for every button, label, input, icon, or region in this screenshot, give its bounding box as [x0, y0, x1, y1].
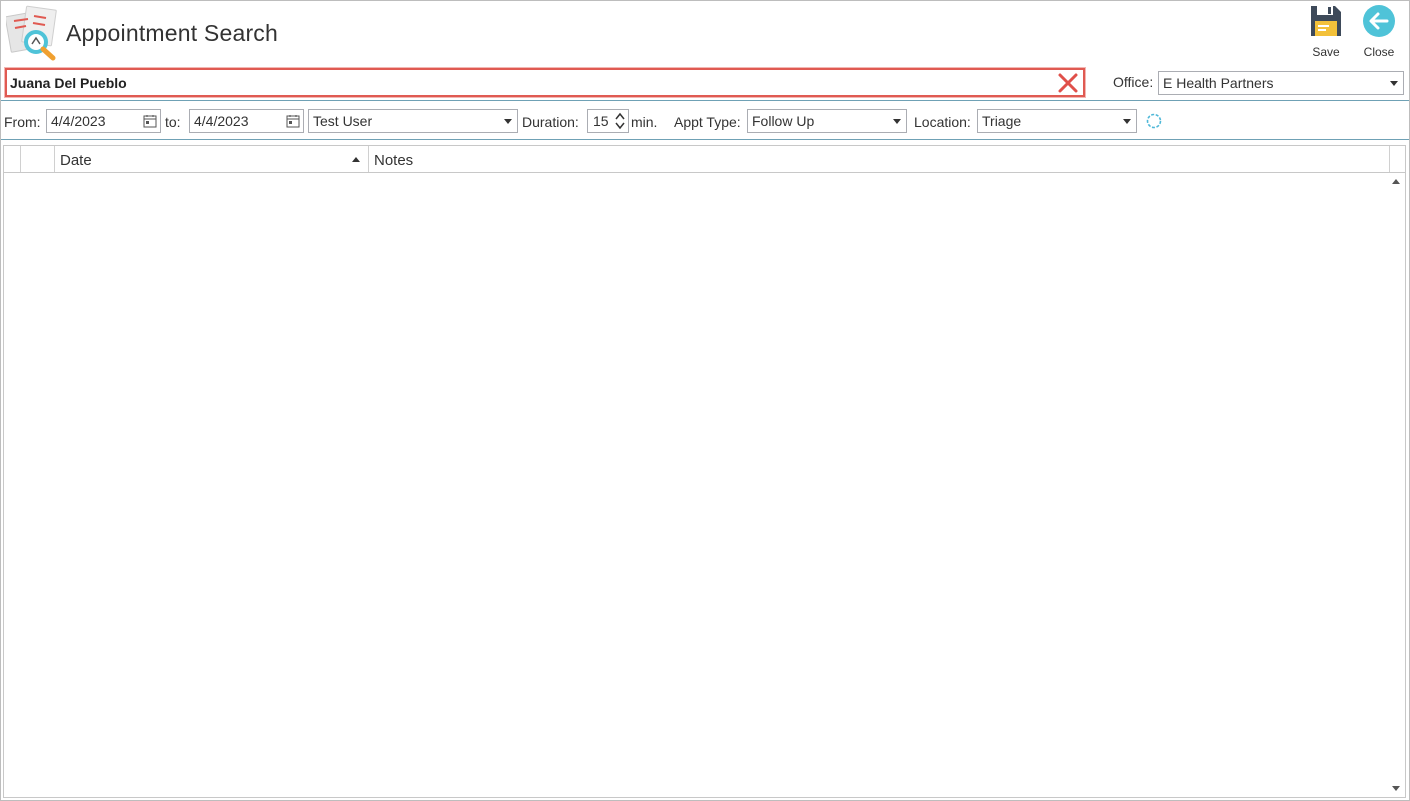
patient-search-input[interactable]	[10, 72, 1050, 94]
from-date-value: 4/4/2023	[51, 113, 106, 129]
spin-down-icon[interactable]	[615, 121, 625, 130]
back-arrow-icon	[1363, 5, 1395, 37]
save-button[interactable]: Save	[1304, 4, 1348, 64]
patient-search-box	[5, 68, 1085, 97]
chevron-down-icon	[1123, 119, 1131, 124]
appt-type-label: Appt Type:	[674, 114, 741, 130]
location-select[interactable]: Triage	[977, 109, 1137, 133]
chevron-down-icon	[504, 119, 512, 124]
from-label: From:	[4, 114, 41, 130]
duration-label: Duration:	[522, 114, 579, 130]
chevron-down-icon	[1390, 81, 1398, 86]
close-button[interactable]: Close	[1357, 4, 1401, 64]
spin-up-icon[interactable]	[615, 112, 625, 121]
calendar-icon[interactable]	[286, 114, 300, 128]
column-header-notes-label: Notes	[374, 152, 414, 169]
duration-stepper[interactable]: 15	[587, 109, 629, 133]
appt-type-select[interactable]: Follow Up	[747, 109, 907, 133]
refresh-icon[interactable]	[1145, 112, 1163, 130]
column-header-notes[interactable]: Notes	[369, 146, 1390, 172]
column-header-date[interactable]: Date	[55, 146, 369, 172]
clear-search-icon[interactable]	[1057, 72, 1079, 94]
to-date-input[interactable]: 4/4/2023	[189, 109, 304, 133]
provider-select[interactable]: Test User	[308, 109, 518, 133]
duration-value: 15	[593, 113, 609, 129]
close-label: Close	[1363, 45, 1395, 59]
calendar-icon[interactable]	[143, 114, 157, 128]
floppy-disk-icon	[1311, 6, 1341, 36]
scroll-up-icon[interactable]	[1392, 179, 1400, 184]
appointment-search-logo-icon	[6, 5, 57, 61]
location-label: Location:	[914, 114, 971, 130]
from-date-input[interactable]: 4/4/2023	[46, 109, 161, 133]
to-date-value: 4/4/2023	[194, 113, 249, 129]
appt-type-value: Follow Up	[752, 113, 815, 129]
to-label: to:	[165, 114, 181, 130]
row-indicator-header	[4, 146, 21, 172]
provider-value: Test User	[313, 113, 373, 129]
duration-unit: min.	[631, 114, 658, 130]
office-label: Office:	[1113, 74, 1154, 90]
divider	[1, 100, 1409, 101]
column-header-date-label: Date	[60, 152, 92, 169]
page-title: Appointment Search	[66, 20, 279, 46]
office-select[interactable]: E Health Partners	[1158, 71, 1404, 95]
office-value: E Health Partners	[1163, 75, 1274, 91]
chevron-down-icon	[893, 119, 901, 124]
location-value: Triage	[982, 113, 1022, 129]
vertical-scrollbar[interactable]	[1388, 173, 1405, 797]
grid-header: Date Notes	[4, 146, 1405, 173]
sort-ascending-icon	[352, 157, 360, 162]
scroll-down-icon[interactable]	[1392, 786, 1400, 791]
appointments-grid: Date Notes	[3, 145, 1406, 798]
column-header-select[interactable]	[21, 146, 55, 172]
divider	[1, 139, 1409, 140]
save-label: Save	[1312, 45, 1340, 59]
